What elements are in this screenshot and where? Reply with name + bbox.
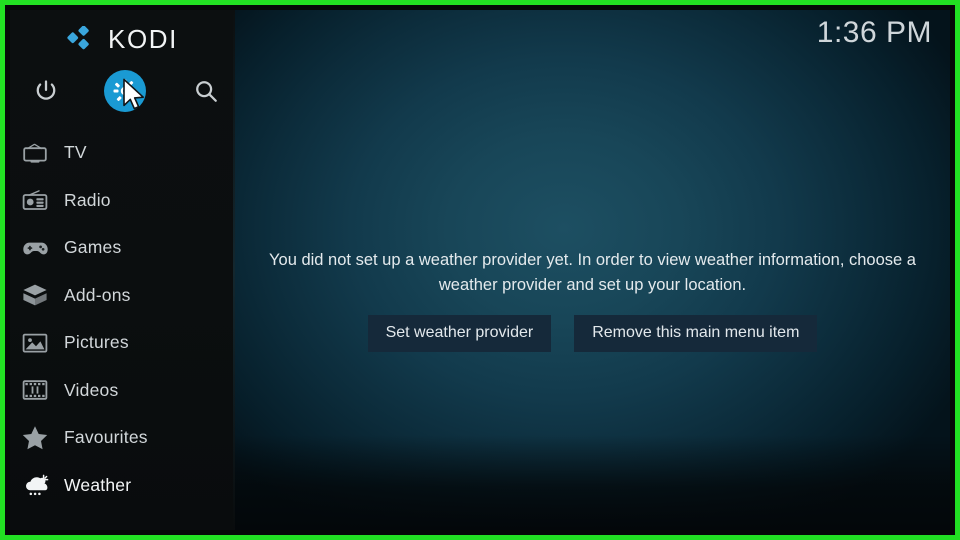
remove-main-menu-item-button[interactable]: Remove this main menu item <box>574 315 818 352</box>
sidebar-item-label: Games <box>64 237 122 258</box>
sidebar-toolbar <box>10 68 235 114</box>
sidebar-item-label: Videos <box>64 379 119 400</box>
kodi-window: You did not set up a weather provider ye… <box>0 0 960 540</box>
sidebar-item-label: Favourites <box>64 427 148 448</box>
gear-icon <box>113 79 137 103</box>
sidebar-item-label: Add-ons <box>64 284 131 305</box>
picture-icon <box>20 330 50 356</box>
box-icon <box>20 282 50 308</box>
sidebar-item-label: Weather <box>64 474 132 495</box>
search-button[interactable] <box>183 68 229 114</box>
sidebar-item-radio[interactable]: Radio <box>10 177 235 225</box>
notice-message: You did not set up a weather provider ye… <box>269 251 916 294</box>
clock: 1:36 PM <box>816 16 932 49</box>
star-icon <box>20 425 50 451</box>
window-frame: You did not set up a weather provider ye… <box>10 10 950 530</box>
notice-button-row: Set weather provider Remove this main me… <box>235 315 950 352</box>
kodi-logo-mark-icon <box>67 26 89 50</box>
gamepad-icon <box>20 235 50 261</box>
sidebar-item-videos[interactable]: Videos <box>10 367 235 415</box>
sidebar-item-games[interactable]: Games <box>10 224 235 272</box>
power-button[interactable] <box>23 68 69 114</box>
radio-icon <box>20 187 50 213</box>
sidebar: KODI TV Radio Games Add-ons Pictures Vid… <box>10 10 235 530</box>
kodi-logo-text: KODI <box>108 24 178 54</box>
search-icon <box>196 81 217 102</box>
sidebar-item-label: Pictures <box>64 332 129 353</box>
weather-setup-notice: You did not set up a weather provider ye… <box>235 248 950 352</box>
film-icon <box>20 377 50 403</box>
sidebar-item-pictures[interactable]: Pictures <box>10 319 235 367</box>
weather-icon <box>20 472 50 498</box>
sidebar-item-label: Radio <box>64 189 111 210</box>
sidebar-item-label: TV <box>64 142 87 163</box>
set-weather-provider-button[interactable]: Set weather provider <box>367 315 552 352</box>
tv-icon <box>20 140 50 166</box>
sidebar-item-add-ons[interactable]: Add-ons <box>10 272 235 320</box>
sidebar-item-weather[interactable]: Weather <box>10 462 235 510</box>
kodi-logo: KODI <box>10 20 235 58</box>
sidebar-item-favourites[interactable]: Favourites <box>10 414 235 462</box>
main-menu: TV Radio Games Add-ons Pictures Videos F… <box>10 129 235 509</box>
power-icon <box>36 80 56 100</box>
main-content-area: You did not set up a weather provider ye… <box>235 10 950 530</box>
settings-button[interactable] <box>102 68 148 114</box>
sidebar-item-tv[interactable]: TV <box>10 129 235 177</box>
